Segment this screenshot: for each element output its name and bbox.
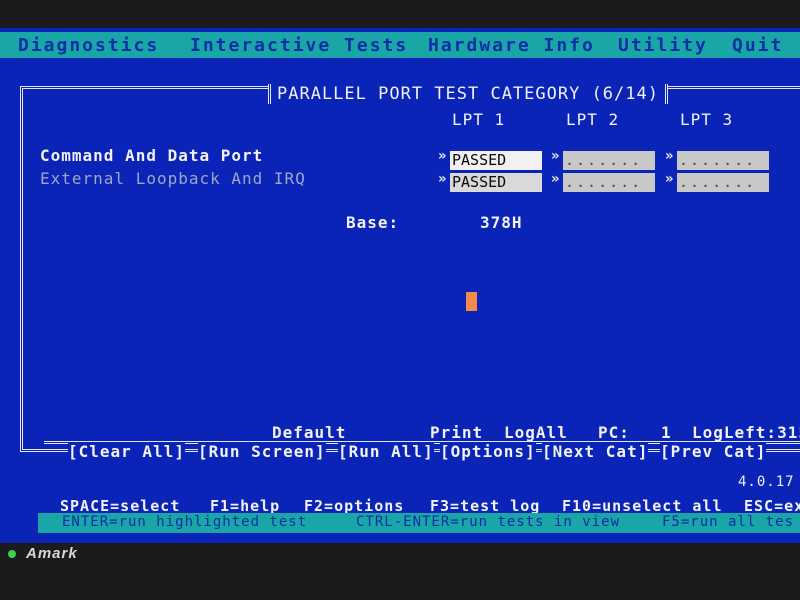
power-led-icon	[8, 550, 16, 558]
text-cursor	[466, 292, 477, 311]
base-value: 378H	[480, 213, 523, 232]
pc-label: PC:	[598, 423, 630, 442]
result-loop-lpt3[interactable]: .......	[677, 173, 769, 192]
default-label: Default	[272, 423, 347, 442]
select-indicator: »	[551, 171, 560, 187]
bottom-f5: F5=run all tes	[662, 514, 795, 530]
column-lpt1: LPT 1	[452, 110, 506, 129]
test-command-data-port[interactable]: Command And Data Port	[40, 146, 263, 165]
print-label: Print	[430, 423, 484, 442]
select-indicator: »	[665, 148, 674, 164]
column-lpt3: LPT 3	[680, 110, 734, 129]
monitor-brand-logo: Amark	[26, 545, 78, 562]
result-cmd-lpt2[interactable]: .......	[563, 151, 655, 170]
base-label: Base:	[346, 213, 400, 232]
run-all-button[interactable]: [Run All]	[338, 442, 434, 461]
dos-screen: Diagnostics Interactive Tests Hardware I…	[0, 28, 800, 543]
result-loop-lpt1[interactable]: PASSED	[450, 173, 542, 192]
next-cat-button[interactable]: [Next Cat]	[542, 442, 649, 461]
bottom-enter: ENTER=run highlighted test	[62, 514, 308, 530]
panel-frame	[20, 86, 800, 452]
result-cmd-lpt1[interactable]: PASSED	[450, 151, 542, 170]
run-screen-button[interactable]: [Run Screen]	[198, 442, 326, 461]
bottom-ctrl-enter: CTRL-ENTER=run tests in view	[356, 514, 621, 530]
menu-utility[interactable]: Utility	[618, 35, 708, 56]
logall-label: LogAll	[504, 423, 568, 442]
menu-hardware-info[interactable]: Hardware Info	[428, 35, 595, 56]
menu-bar: Diagnostics Interactive Tests Hardware I…	[0, 32, 800, 58]
test-external-loopback-irq[interactable]: External Loopback And IRQ	[40, 169, 306, 188]
version-label: 4.0.17	[738, 474, 795, 490]
menu-interactive-tests[interactable]: Interactive Tests	[190, 35, 408, 56]
options-button[interactable]: [Options]	[440, 442, 536, 461]
bottom-help-bar: ENTER=run highlighted test CTRL-ENTER=ru…	[38, 513, 800, 533]
result-cmd-lpt3[interactable]: .......	[677, 151, 769, 170]
column-lpt2: LPT 2	[566, 110, 620, 129]
select-indicator: »	[438, 171, 447, 187]
select-indicator: »	[438, 148, 447, 164]
clear-all-button[interactable]: [Clear All]	[68, 442, 185, 461]
pc-value: 1	[661, 423, 672, 442]
panel-title: PARALLEL PORT TEST CATEGORY (6/14)	[268, 84, 668, 104]
menu-quit[interactable]: Quit	[732, 35, 783, 56]
menu-diagnostics[interactable]: Diagnostics	[18, 35, 159, 56]
select-indicator: »	[665, 171, 674, 187]
select-indicator: »	[551, 148, 560, 164]
result-loop-lpt2[interactable]: .......	[563, 173, 655, 192]
logleft-value: LogLeft:315	[692, 423, 800, 442]
prev-cat-button[interactable]: [Prev Cat]	[660, 442, 767, 461]
